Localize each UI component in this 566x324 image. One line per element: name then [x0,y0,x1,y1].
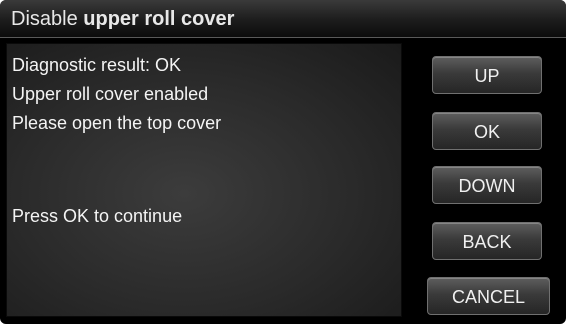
printer-display: Disable upper roll cover Diagnostic resu… [0,0,566,324]
title-emphasis: upper roll cover [83,8,235,30]
cancel-button[interactable]: CANCEL [427,277,550,315]
continue-prompt-text: Press OK to continue [12,206,183,226]
up-button[interactable]: UP [432,56,542,94]
back-button[interactable]: BACK [432,222,542,260]
message-panel: Diagnostic result: OK Upper roll cover e… [6,43,402,317]
instruction-text: Please open the top cover [12,113,222,133]
down-button[interactable]: DOWN [432,166,542,204]
title-bar: Disable upper roll cover [0,0,566,38]
ok-button[interactable]: OK [432,112,542,150]
title-prefix: Disable [11,8,78,30]
cover-status-text: Upper roll cover enabled [12,84,209,104]
diagnostic-result-text: Diagnostic result: OK [12,55,182,75]
